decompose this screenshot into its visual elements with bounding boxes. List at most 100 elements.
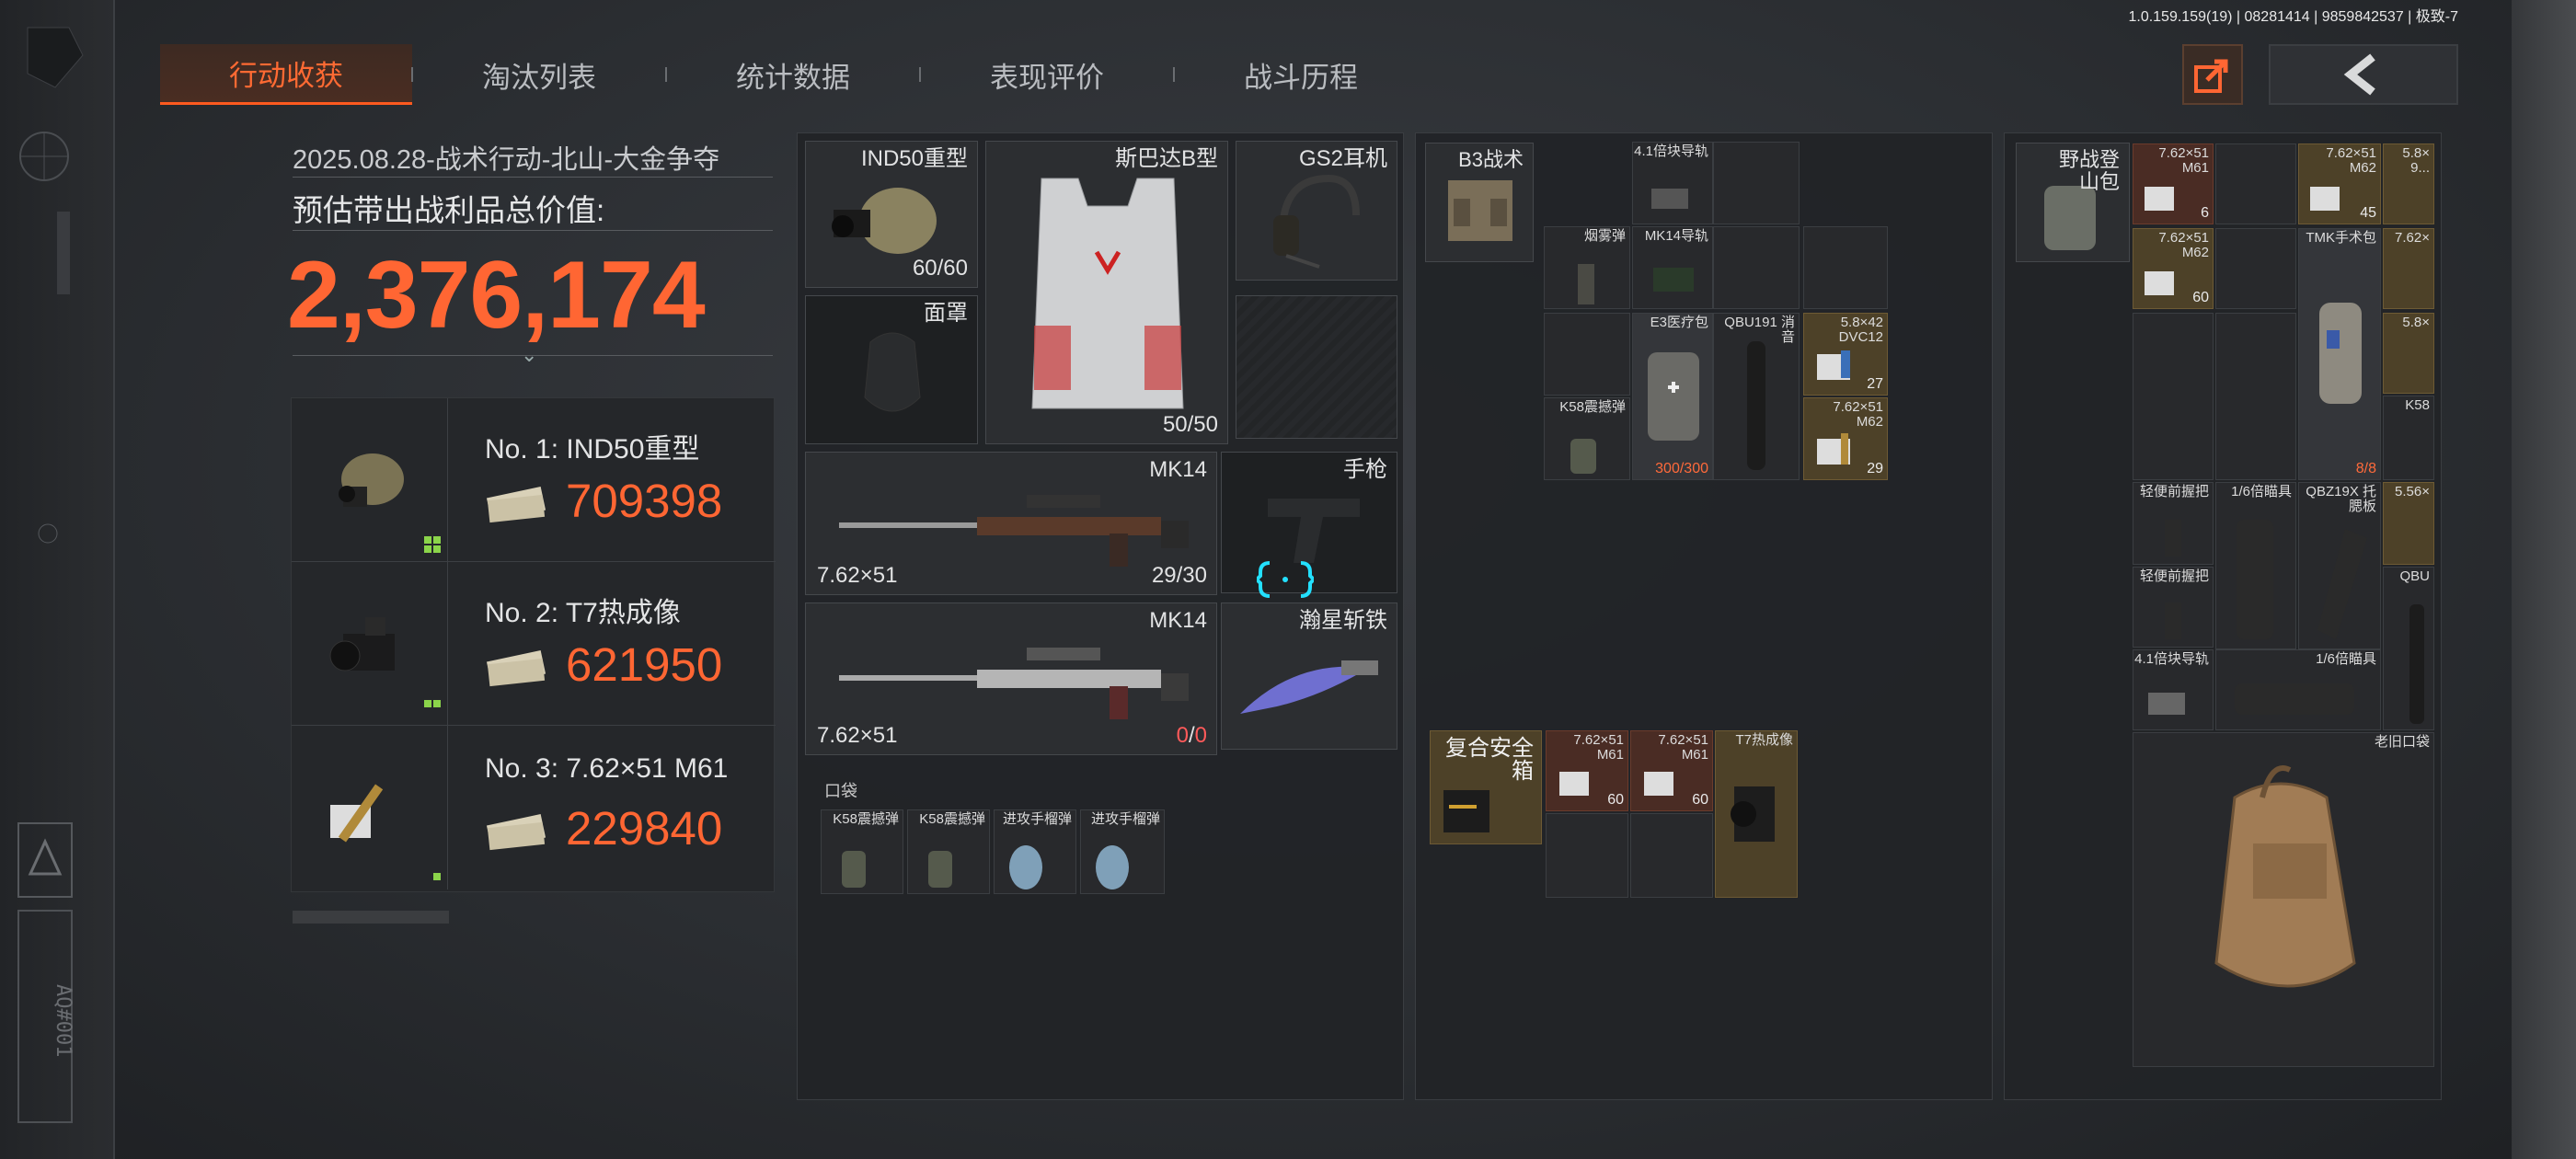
bag-item-scope2[interactable]: 1/6倍瞄具 — [2215, 649, 2381, 730]
bag-item[interactable]: 5.8× — [2383, 313, 2434, 394]
item-label: K58震撼弹 — [833, 811, 899, 827]
bag-empty-cell[interactable] — [2215, 143, 2296, 224]
rig-empty-cell[interactable] — [1803, 226, 1888, 309]
safe-empty-cell[interactable] — [1630, 813, 1713, 898]
bag-item[interactable]: 7.62×51 M62 45 — [2298, 143, 2381, 224]
svg-text:AQ#001: AQ#001 — [52, 984, 75, 1057]
pocket-item[interactable]: 进攻手榴弹 — [994, 809, 1076, 894]
rig-item-medkit[interactable]: E3医疗包 300/300 — [1632, 313, 1713, 480]
rig-item-smoke[interactable]: 烟雾弹 — [1544, 226, 1630, 309]
headset-slot[interactable]: GS2耳机 — [1236, 141, 1397, 281]
rarity-dot — [424, 536, 431, 544]
right-decor-strip — [2512, 0, 2576, 1159]
mask-slot[interactable]: 面罩 — [805, 295, 978, 444]
footer-decor-text — [293, 911, 449, 924]
bag-item[interactable]: 7.62×51 M62 60 — [2133, 228, 2214, 309]
back-button[interactable] — [2269, 44, 2458, 105]
rig-item-rail[interactable]: 4.1倍块导轨 — [1632, 142, 1713, 224]
bag-item-tmk[interactable]: TMK手术包 8/8 — [2298, 228, 2381, 480]
bag-item[interactable]: 7.62× — [2383, 228, 2434, 309]
bag-item[interactable]: 7.62×51 M61 6 — [2133, 143, 2214, 224]
weapon-caliber: 7.62×51 — [817, 723, 898, 748]
slot-durability: 50/50 — [1162, 412, 1218, 437]
bag-item-rail[interactable]: 4.1倍块导轨 — [2133, 649, 2214, 730]
foregrip-icon — [2165, 520, 2181, 557]
backpack-slot[interactable]: 野战登山包 — [2016, 143, 2130, 262]
rig-empty-cell[interactable] — [1544, 313, 1630, 396]
rig-item-mk14rail[interactable]: MK14导轨 — [1632, 226, 1713, 309]
top-item-value: 709398 — [566, 475, 723, 527]
weapon-ammo: 29/30 — [1151, 563, 1207, 588]
medkit-icon — [1648, 352, 1699, 441]
safe-item[interactable]: 7.62×51 M61 60 — [1630, 730, 1713, 811]
item-label: K58震撼弹 — [919, 811, 985, 827]
rig-item-k58[interactable]: K58震撼弹 — [1544, 397, 1630, 480]
armor-vest-icon — [1031, 178, 1184, 409]
bag-item-grip1[interactable]: 轻便前握把 — [2133, 482, 2214, 565]
bag-empty-cell[interactable] — [2215, 313, 2296, 480]
primary-weapon-2-slot[interactable]: MK14 7.62×51 0/0 — [805, 602, 1217, 755]
bag-item[interactable]: K58 — [2383, 396, 2434, 480]
safe-box-slot[interactable]: 复合安全箱 — [1430, 730, 1542, 844]
primary-weapon-1-slot[interactable]: MK14 7.62×51 29/30 — [805, 452, 1217, 595]
tab-statistics[interactable]: 统计数据 — [666, 44, 920, 105]
armor-slot[interactable]: 斯巴达B型 50/50 — [985, 141, 1228, 444]
share-icon — [2194, 59, 2228, 93]
safe-item-thermal[interactable]: T7热成像 — [1715, 730, 1798, 898]
item-label: 7.62× — [2395, 230, 2430, 246]
pocket-item[interactable]: K58震撼弹 — [821, 809, 903, 894]
bag-item[interactable]: QBU — [2383, 567, 2434, 730]
item-count: 60 — [1692, 792, 1708, 808]
item-count: 45 — [2360, 205, 2376, 221]
top-item-value: 229840 — [566, 802, 723, 855]
tab-performance[interactable]: 表现评价 — [920, 44, 1174, 105]
tab-battle-history[interactable]: 战斗历程 — [1174, 44, 1428, 105]
bag-item-grip2[interactable]: 轻便前握把 — [2133, 567, 2214, 648]
item-label: 5.8× — [2402, 315, 2430, 330]
item-count: 29 — [1867, 461, 1883, 476]
equipment-panel: IND50重型 60/60 斯巴达B型 50/50 GS2耳机 面罩 MK14 … — [797, 132, 1404, 1100]
pocket-label: 口袋 — [824, 782, 857, 800]
total-value-label: 预估带出战利品总价值: — [293, 193, 605, 227]
empty-slot[interactable] — [1236, 295, 1397, 439]
bag-item-oldbag[interactable]: 老旧口袋 — [2133, 732, 2434, 1067]
pocket-item[interactable]: 进攻手榴弹 — [1080, 809, 1165, 894]
expand-chevron-icon[interactable]: ⌄ — [521, 345, 537, 365]
bag-item[interactable]: 5.56× — [2383, 482, 2434, 565]
rig-item-suppressor[interactable]: QBU191 消音 — [1713, 313, 1800, 480]
safe-item[interactable]: 7.62×51 M61 60 — [1546, 730, 1628, 811]
thermal-scope-icon — [1731, 786, 1775, 842]
bag-empty-cell[interactable] — [2133, 313, 2214, 480]
rig-empty-cell[interactable] — [1713, 226, 1800, 309]
rig-item-ammo1[interactable]: 5.8×42 DVC12 27 — [1803, 313, 1888, 396]
top-item-name: No. 3: 7.62×51 M61 — [485, 753, 729, 784]
rig-item-ammo2[interactable]: 7.62×51 M62 29 — [1803, 397, 1888, 480]
bag-item-scope1[interactable]: 1/6倍瞄具 — [2215, 482, 2296, 649]
item-label: 进攻手榴弹 — [1002, 811, 1072, 827]
scope-rail-icon — [2148, 693, 2185, 715]
pocket-item[interactable]: K58震撼弹 — [907, 809, 990, 894]
share-button[interactable] — [2182, 44, 2243, 105]
divider — [293, 230, 773, 231]
top-item-row[interactable]: No. 3: 7.62×51 M61 229840 — [292, 726, 776, 889]
rig-empty-cell[interactable] — [1713, 142, 1800, 224]
rig-slot[interactable]: B3战术 — [1425, 143, 1534, 262]
item-count: 8/8 — [2355, 461, 2376, 476]
tab-loot[interactable]: 行动收获 — [160, 44, 412, 105]
helmet-slot[interactable]: IND50重型 60/60 — [805, 141, 978, 288]
left-decor-icons: AQ#001 — [17, 27, 84, 1123]
weapon-ammo: 0/0 — [1176, 723, 1207, 748]
ammo-box-icon — [330, 784, 384, 843]
bag-item-qbz[interactable]: QBZ19X 托腮板 — [2298, 482, 2381, 649]
top-item-row[interactable]: No. 2: T7热成像 621950 — [292, 562, 776, 726]
safe-empty-cell[interactable] — [1546, 813, 1628, 898]
tab-elimination-list[interactable]: 淘汰列表 — [412, 44, 666, 105]
bag-empty-cell[interactable] — [2215, 228, 2296, 309]
chevron-left-icon — [2343, 53, 2375, 96]
top-item-row[interactable]: No. 1: IND50重型 709398 — [292, 398, 776, 562]
slot-label: 野战登山包 — [2058, 148, 2120, 194]
raid-date-line: 2025.08.28-战术行动-北山-大金争夺 — [293, 145, 720, 175]
bag-item[interactable]: 5.8× 9... — [2383, 143, 2434, 224]
rarity-dot — [424, 700, 431, 707]
melee-slot[interactable]: 瀚星斩铁 — [1221, 602, 1397, 750]
